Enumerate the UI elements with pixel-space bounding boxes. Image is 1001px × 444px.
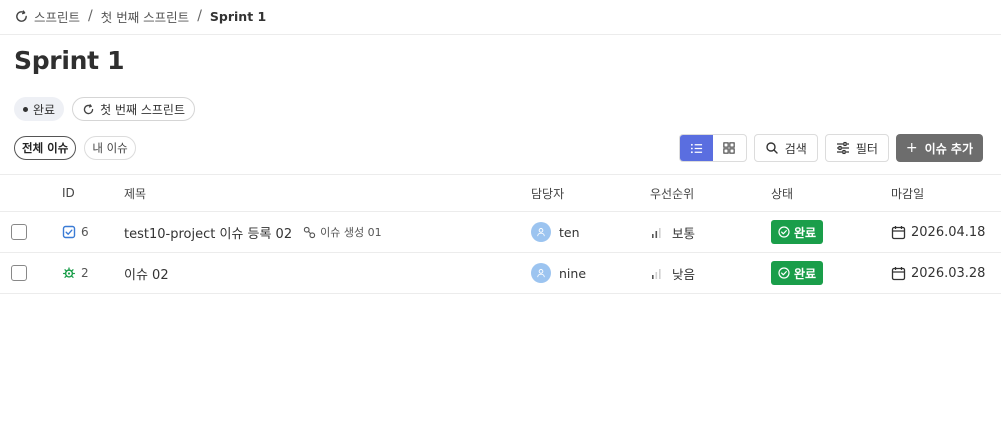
page-title: Sprint 1 [14,46,125,75]
plus-icon: + [905,140,918,156]
tab-my-issues[interactable]: 내 이슈 [84,136,136,160]
issue-id: 2 [81,266,89,280]
user-icon [537,269,545,278]
sprint-tags: 완료 첫 번째 스프린트 [14,97,196,121]
sliders-icon [836,141,850,155]
header-divider [0,34,1001,35]
priority-cell: 낮음 [650,253,695,293]
filter-button-label: 필터 [855,141,878,156]
assignee-cell: ten [531,212,580,252]
sprint-name-tag[interactable]: 첫 번째 스프린트 [72,97,196,121]
status-cell: 완료 [771,212,824,252]
filter-button[interactable]: 필터 [824,134,889,162]
table-divider [0,293,1001,294]
assignee-cell: nine [531,253,586,293]
tab-all-issues[interactable]: 전체 이슈 [14,136,77,160]
search-button[interactable]: 검색 [753,134,818,162]
due-date-cell: 2026.04.18 [891,212,985,252]
row-checkbox[interactable] [11,265,27,281]
row-select-cell [11,253,27,293]
due-date: 2026.04.18 [911,224,986,240]
breadcrumb-sprint-link[interactable]: 첫 번째 스프린트 [101,7,189,26]
sprint-status-tag: 완료 [14,97,65,121]
issue-title-link[interactable]: 이슈 02 [124,264,169,283]
add-issue-label: 이슈 추가 [924,141,973,156]
status-label: 완료 [794,266,817,281]
sprint-name-label: 첫 번째 스프린트 [100,102,186,117]
bug-icon [62,266,76,280]
status-badge[interactable]: 완료 [771,220,824,244]
grid-icon [723,142,735,154]
issue-id-cell: 6 [62,212,89,252]
linked-issue[interactable]: 이슈 생성 01 [303,224,382,240]
status-label: 완료 [794,225,817,240]
check-circle-icon [778,267,790,279]
priority-cell: 보통 [650,212,695,252]
issue-title-cell: 이슈 02 [124,253,169,293]
user-icon [537,228,545,237]
priority-medium-icon [650,226,663,239]
table-header-row: ID 제목 담당자 우선순위 상태 마감일 [0,175,1001,211]
assignee-name: nine [559,265,587,281]
column-header-id[interactable]: ID [62,175,75,211]
list-view-button[interactable] [679,135,713,161]
assignee-name: ten [559,224,580,240]
breadcrumb: 스프린트 / 첫 번째 스프린트 / Sprint 1 [14,7,266,25]
sprint-status-label: 완료 [33,102,56,117]
table-row[interactable]: 2 이슈 02 nine 낮음 완료 2026.03.28 [0,253,1001,293]
breadcrumb-separator: / [197,8,202,24]
avatar [531,263,551,283]
column-header-due[interactable]: 마감일 [891,175,924,211]
priority-low-icon [650,267,663,280]
breadcrumb-sprints-link[interactable]: 스프린트 [34,7,80,26]
column-header-status[interactable]: 상태 [771,175,793,211]
add-issue-button[interactable]: + 이슈 추가 [895,134,983,162]
grid-view-button[interactable] [713,135,746,161]
task-check-icon [62,225,76,239]
breadcrumb-separator: / [88,8,93,24]
issue-id-cell: 2 [62,253,89,293]
search-button-label: 검색 [784,141,807,156]
due-date: 2026.03.28 [911,265,986,281]
issue-table: ID 제목 담당자 우선순위 상태 마감일 6 test10-project 이… [0,174,1001,294]
issue-filter-tabs: 전체 이슈 내 이슈 [14,136,136,160]
priority-label: 보통 [672,225,696,241]
column-header-title[interactable]: 제목 [124,175,146,211]
sprint-cycle-icon [82,103,95,116]
calendar-icon [891,225,906,240]
status-dot-icon [23,106,28,112]
table-row[interactable]: 6 test10-project 이슈 등록 02 이슈 생성 01 ten 보… [0,212,1001,252]
due-date-cell: 2026.03.28 [891,253,985,293]
calendar-icon [891,266,906,281]
issue-toolbar: 검색 필터 + 이슈 추가 [678,134,983,162]
list-icon [690,142,703,155]
sprint-cycle-icon [14,9,29,24]
link-icon [303,226,316,239]
search-icon [765,141,779,155]
breadcrumb-current: Sprint 1 [209,8,267,24]
view-toggle [678,134,747,162]
row-select-cell [11,212,27,252]
linked-issue-label: 이슈 생성 01 [320,226,382,239]
priority-label: 낮음 [672,266,696,282]
check-circle-icon [778,226,790,238]
column-header-priority[interactable]: 우선순위 [650,175,694,211]
status-cell: 완료 [771,253,824,293]
row-checkbox[interactable] [11,224,27,240]
column-header-assignee[interactable]: 담당자 [531,175,564,211]
issue-title-cell: test10-project 이슈 등록 02 이슈 생성 01 [124,212,382,252]
avatar [531,222,551,242]
issue-title-link[interactable]: test10-project 이슈 등록 02 [124,223,292,242]
issue-id: 6 [81,225,89,239]
status-badge[interactable]: 완료 [771,261,824,285]
